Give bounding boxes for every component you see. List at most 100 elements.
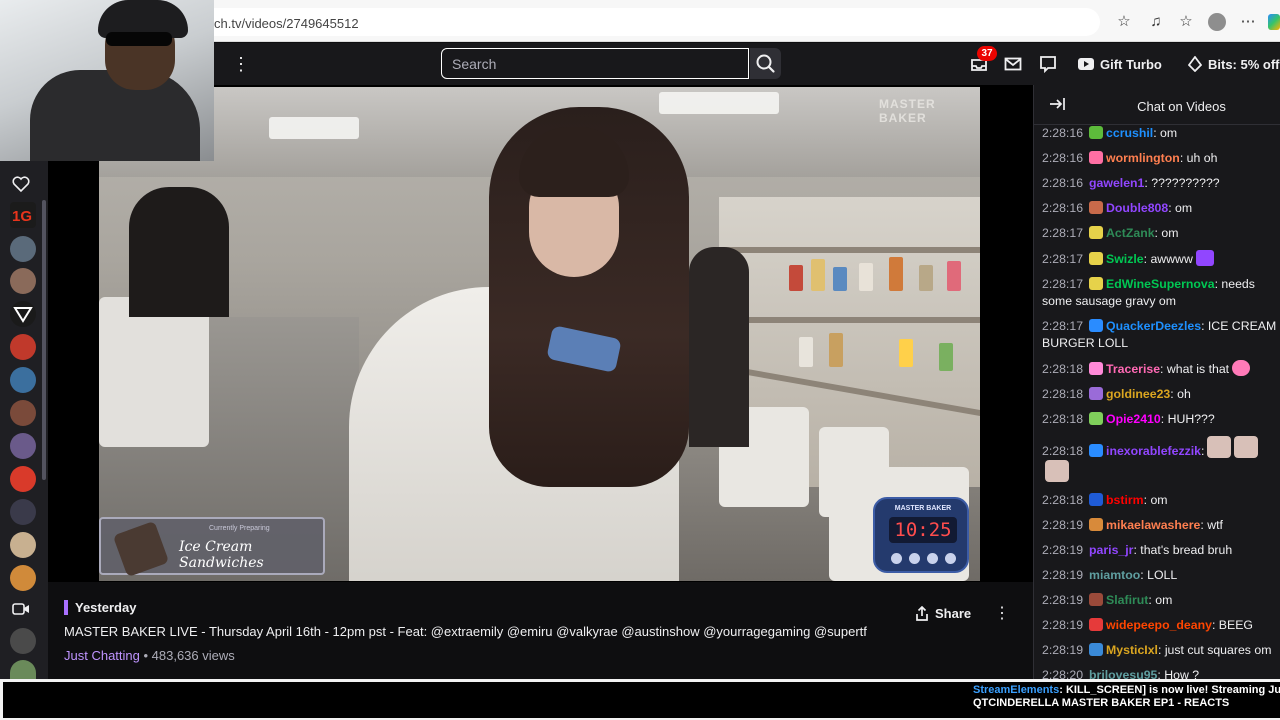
chat-username[interactable]: widepeepo_deany [1106, 618, 1212, 632]
chat-title: Chat on Videos [1137, 99, 1226, 114]
background-person [129, 187, 229, 317]
chat-badge-icon[interactable] [1089, 151, 1104, 164]
chat-badge-icon[interactable] [1089, 252, 1104, 265]
chat-badge-icon[interactable] [1089, 362, 1104, 375]
message-timestamp: 2:28:19 [1042, 543, 1084, 557]
chat-username[interactable]: bstirm [1106, 493, 1144, 507]
music-note-icon[interactable]: ♫ [1146, 12, 1166, 32]
chat-message: 2:28:18 Opie2410: HUH??? [1034, 407, 1280, 432]
message-timestamp: 2:28:16 [1042, 176, 1084, 190]
chat-badge-icon[interactable] [1089, 518, 1104, 531]
video-date: Yesterday [75, 600, 137, 615]
chat-username[interactable]: goldinee23 [1106, 387, 1170, 401]
chat-badge-icon[interactable] [1089, 643, 1104, 656]
chat-badge-icon[interactable] [1089, 319, 1104, 332]
chat-username[interactable]: EdWineSupernova [1106, 277, 1215, 291]
more-options-icon[interactable]: ⋮ [232, 52, 250, 76]
message-timestamp: 2:28:16 [1042, 126, 1084, 140]
chat-username[interactable]: QuackerDeezles [1106, 319, 1201, 333]
channel-avatar[interactable] [10, 433, 36, 459]
message-text: : om [1148, 593, 1173, 607]
chat-username[interactable]: MysticIxl [1106, 643, 1158, 657]
chat-message: 2:28:19 mikaelawashere: wtf [1034, 513, 1280, 538]
search-button[interactable] [750, 48, 781, 79]
chat-username[interactable]: ActZank [1106, 226, 1155, 240]
chat-message: 2:28:19 MysticIxl: just cut squares om [1034, 638, 1280, 663]
channel-avatar[interactable] [10, 400, 36, 426]
address-bar-url[interactable]: ch.tv/videos/2749645512 [214, 16, 359, 31]
channel-avatar[interactable] [10, 367, 36, 393]
message-text: : [1201, 444, 1205, 458]
category-link[interactable]: Just Chatting [64, 648, 140, 663]
chat-username[interactable]: brilovesu95 [1089, 668, 1157, 679]
gift-turbo-button[interactable]: Gift Turbo [1070, 50, 1170, 78]
channel-avatar[interactable] [10, 628, 36, 654]
turbo-icon [1078, 58, 1094, 70]
chat-badge-icon[interactable] [1089, 387, 1104, 400]
share-button[interactable]: Share [906, 600, 982, 627]
chat-badge-icon[interactable] [1089, 226, 1104, 239]
video-camera-icon[interactable] [12, 601, 30, 617]
webcam-person-body [30, 70, 200, 161]
favorite-star-icon[interactable]: ☆ [1114, 12, 1134, 32]
shelf-item [833, 267, 847, 291]
channel-avatar[interactable] [10, 334, 36, 360]
chat-username[interactable]: Double808 [1106, 201, 1168, 215]
notifications-count-badge: 37 [977, 46, 997, 61]
bits-button[interactable]: Bits: 5% off [1180, 50, 1280, 78]
copilot-icon[interactable] [1268, 14, 1280, 30]
chat-username[interactable]: Tracerise [1106, 362, 1160, 376]
chat-badge-icon[interactable] [1089, 593, 1104, 606]
chat-username[interactable]: paris_jr [1089, 543, 1133, 557]
chat-badge-icon[interactable] [1089, 493, 1104, 506]
face-emote-icon [1207, 436, 1232, 458]
chat-username[interactable]: Opie2410 [1106, 412, 1161, 426]
chat-badge-icon[interactable] [1089, 201, 1104, 214]
chat-username[interactable]: miamtoo [1089, 568, 1140, 582]
message-text: : om [1168, 201, 1193, 215]
channel-avatar[interactable] [10, 499, 36, 525]
message-text: : awwww [1143, 252, 1193, 266]
chat-message: 2:28:17 QuackerDeezles: ICE CREAM BURGER … [1034, 314, 1280, 356]
chat-bubble-icon[interactable] [1038, 54, 1058, 74]
chat-badge-icon[interactable] [1089, 412, 1104, 425]
ticker-line: QTCINDERELLA MASTER BAKER EP1 - REACTS [973, 697, 1230, 709]
message-timestamp: 2:28:20 [1042, 668, 1084, 679]
chat-message: 2:28:17 Swizle: awwww [1034, 246, 1280, 272]
more-menu-icon[interactable]: ⋯ [1238, 12, 1258, 32]
chat-username[interactable]: inexorablefezzik [1106, 444, 1201, 458]
favorites-icon[interactable]: ☆ [1176, 12, 1196, 32]
chat-badge-icon[interactable] [1089, 618, 1104, 631]
chat-username[interactable]: Slafirut [1106, 593, 1148, 607]
channel-avatar[interactable]: 1G [10, 202, 36, 228]
search-input[interactable] [441, 48, 749, 79]
channel-avatar[interactable] [10, 268, 36, 294]
video-watermark: MASTER BAKER [879, 97, 936, 125]
view-count: • 483,636 views [139, 648, 235, 663]
video-more-options-icon[interactable]: ⋮ [994, 602, 1010, 626]
recipe-overlay: Currently Preparing Ice Cream Sandwiches [99, 517, 325, 578]
message-timestamp: 2:28:19 [1042, 593, 1084, 607]
channel-avatar[interactable] [10, 236, 36, 262]
chat-badge-icon[interactable] [1089, 444, 1104, 457]
chat-badge-icon[interactable] [1089, 277, 1104, 290]
rail-scrollbar[interactable] [42, 200, 46, 480]
chat-username[interactable]: ccrushil [1106, 126, 1153, 140]
chat-username[interactable]: wormlington [1106, 151, 1180, 165]
chat-badge-icon[interactable] [1089, 126, 1104, 139]
channel-avatar[interactable] [10, 301, 36, 327]
profile-avatar[interactable] [1208, 13, 1226, 31]
video-frame[interactable]: MASTER BAKER Currently Preparing Ice Cre… [99, 87, 980, 581]
heart-icon[interactable] [11, 174, 31, 194]
chat-username[interactable]: mikaelawashere [1106, 518, 1200, 532]
shelf-item [889, 257, 903, 291]
timer-button [927, 553, 938, 564]
channel-avatar[interactable] [10, 532, 36, 558]
chat-username[interactable]: Swizle [1106, 252, 1144, 266]
chat-username[interactable]: gawelen1 [1089, 176, 1144, 190]
channel-avatar[interactable] [10, 565, 36, 591]
channel-avatar[interactable] [10, 660, 36, 679]
whispers-mail-icon[interactable] [1003, 54, 1023, 74]
channel-avatar[interactable] [10, 466, 36, 492]
message-text: : BEEG [1211, 618, 1253, 632]
